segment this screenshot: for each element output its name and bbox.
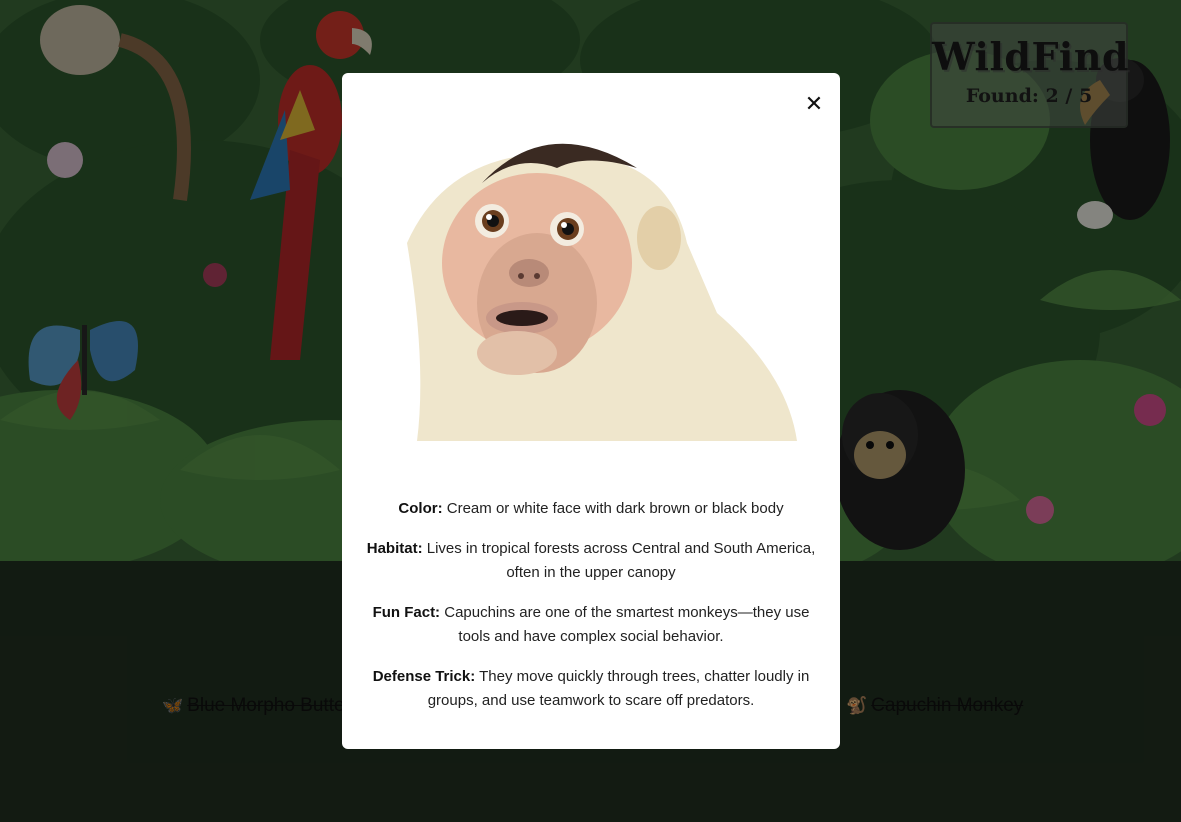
fact-habitat: Habitat: Lives in tropical forests acros… <box>356 537 826 585</box>
fact-defense-trick: Defense Trick: They move quickly through… <box>356 665 826 713</box>
fact-text: Capuchins are one of the smartest monkey… <box>444 604 810 645</box>
fact-text: Cream or white face with dark brown or b… <box>446 500 784 517</box>
fact-label: Fun Fact: <box>372 604 441 621</box>
fact-text: They move quickly through trees, chatter… <box>427 668 810 709</box>
close-icon: ✕ <box>804 92 824 117</box>
animal-info-modal: ✕ Color: Cream or white face with dark b… <box>342 73 840 749</box>
fact-label: Color: <box>398 500 443 517</box>
fact-color: Color: Cream or white face with dark bro… <box>356 497 826 521</box>
animal-facts: Color: Cream or white face with dark bro… <box>356 497 826 729</box>
fact-fun-fact: Fun Fact: Capuchins are one of the smart… <box>356 601 826 649</box>
fact-label: Habitat: <box>366 540 423 557</box>
close-button[interactable]: ✕ <box>802 93 826 117</box>
fact-label: Defense Trick: <box>372 668 476 685</box>
fact-text: Lives in tropical forests across Central… <box>426 540 816 581</box>
capuchin-monkey-photo <box>407 143 797 441</box>
